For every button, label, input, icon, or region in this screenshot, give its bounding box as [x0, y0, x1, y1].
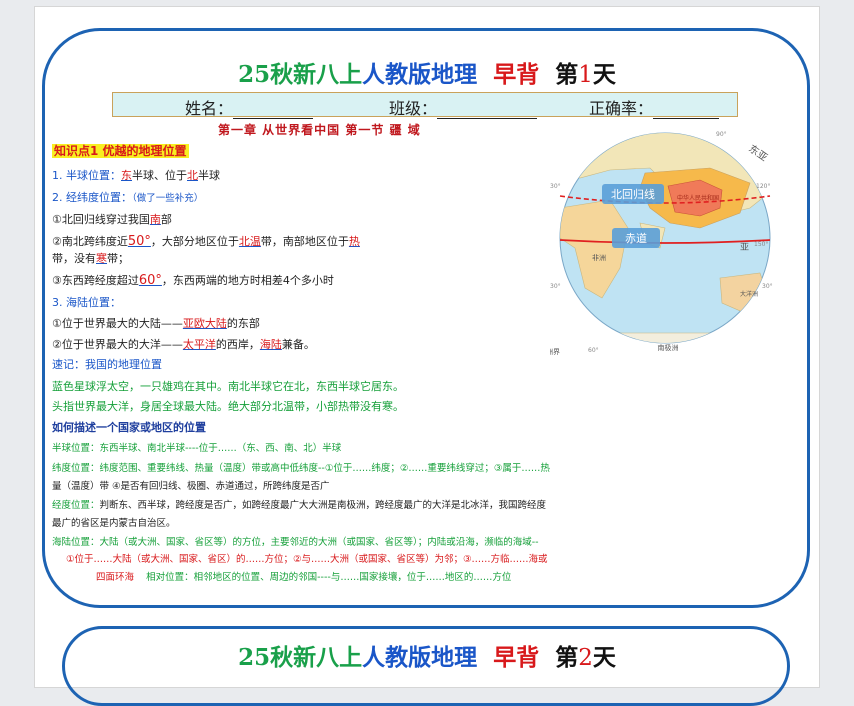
line-mnemonic-1: 蓝色星球浮太空，一只雄鸡在其中。南北半球它在北，东西半球它居东。 [52, 380, 404, 393]
line-hemisphere-method: 半球位置：东西半球、南北半球----位于……（东、西、南、北）半球 [52, 443, 342, 454]
line-longitude-method-1: 经度位置：判断东、西半球，跨经度是否广，如跨经度最广大大洲是南极洲，跨经度最广的… [52, 500, 547, 511]
line-sea-land-method-1: 海陆位置：大陆（或大洲、国家、省区等）的方位，主要邻近的大洲（或国家、省区等）；… [52, 537, 539, 548]
title-part-edition: 人教版 [362, 61, 432, 88]
line-describe-heading: 如何描述一个国家或地区的位置 [52, 421, 206, 434]
chapter-subtitle: 第一章 从世界看中国 第一节 疆 域 [218, 123, 421, 137]
east-asia-label: 东亚 [746, 142, 770, 164]
line-tropic: ①北回归线穿过我国南部 [52, 213, 172, 226]
line-temp-zone: 带，没有寒带； [52, 252, 129, 265]
knowledge-point-title: 知识点1 优越的地理位置 [52, 144, 189, 158]
title-part-tian: 天 [592, 61, 616, 88]
class-field[interactable]: 班级： [389, 95, 538, 119]
title-day-number: 1 [578, 62, 593, 88]
name-blank[interactable] [233, 102, 314, 119]
day2-title: 25秋新八上人教版地理 早背 第2天 [238, 644, 616, 671]
legend-label: 洲界 [550, 348, 560, 356]
line-latitude-method-1: 纬度位置：纬度范围、重要纬线、热量（温度）带或高中低纬度--①位于……纬度；②…… [52, 463, 550, 474]
line-continent: ①位于世界最大的大陆——亚欧大陆的东部 [52, 317, 260, 330]
line-latitude-span: ②南北跨纬度近50°，大部分地区位于北温带，南部地区位于热 [52, 234, 360, 249]
tick-label: 90° [716, 131, 727, 138]
class-label: 班级： [389, 99, 438, 118]
equator-label: 赤道 [625, 231, 647, 245]
line-relative-method: 四面环海 相对位置：相邻地区的位置、周边的邻国----与……国家接壤，位于……地… [96, 572, 512, 583]
line-latlon-heading: 2. 经纬度位置：（做了一些补充） [52, 191, 204, 204]
globe-svg: 北回归线 赤道 中华人民共和国 东亚 非洲 大洋洲 南极洲 亚 洲界 30° 3… [546, 131, 773, 356]
name-bar: 姓名： 班级： 正确率： [112, 92, 738, 119]
tick-label: 30° [550, 183, 561, 190]
china-label: 中华人民共和国 [677, 194, 719, 202]
antarctica-label: 南极洲 [658, 343, 679, 352]
oceania-label: 大洋洲 [740, 290, 758, 298]
line-ocean: ②位于世界最大的大洋——太平洋的西岸，海陆兼备。 [52, 338, 315, 351]
line-longitude-span: ③东西跨经度超过60°，东西两端的地方时相差4个多小时 [52, 273, 334, 288]
accuracy-field[interactable]: 正确率： [589, 95, 720, 119]
line-mnemonic-heading: 速记：我国的地理位置 [52, 358, 162, 371]
name-field[interactable]: 姓名： [185, 95, 314, 119]
line-mnemonic-2: 头指世界最大洋，身居全球最大陆。绝大部分北温带，小部热带没有寒。 [52, 400, 404, 413]
tick-label: 30° [762, 283, 773, 290]
asia-label: 亚 [740, 242, 749, 253]
accuracy-label: 正确率： [589, 99, 654, 118]
title-part-subject: 地理 [431, 61, 478, 88]
tick-label: 60° [588, 347, 599, 354]
line-latitude-method-2: 量（温度）带 ④是否有回归线、极圈、赤道通过，所跨纬度是否广 [52, 481, 330, 492]
class-blank[interactable] [437, 102, 538, 119]
title-part-morning: 早背 [493, 61, 540, 88]
title-part-term: 25秋新八上 [238, 61, 363, 88]
globe-map: 北回归线 赤道 中华人民共和国 东亚 非洲 大洋洲 南极洲 亚 洲界 30° 3… [546, 128, 778, 363]
tick-label: 120° [756, 183, 770, 190]
tick-label: 30° [550, 283, 561, 290]
line-hemisphere: 1. 半球位置：东半球、位于北半球 [52, 169, 220, 182]
line-sea-land-heading: 3. 海陆位置： [52, 296, 121, 309]
line-longitude-method-2: 最广的省区是内蒙古自治区。 [52, 518, 176, 529]
tick-label: 150° [754, 241, 768, 248]
accuracy-blank[interactable] [653, 102, 720, 119]
line-sea-land-method-2: ①位于……大陆（或大洲、国家、省区）的……方位；②与……大洲（或国家、省区等）为… [66, 554, 548, 565]
day1-title: 25秋新八上人教版地理 早背 第1天 [0, 55, 854, 89]
title-part-di: 第 [555, 61, 579, 88]
name-label: 姓名： [185, 99, 234, 118]
tropic-label: 北回归线 [611, 187, 655, 201]
africa-label: 非洲 [592, 253, 606, 262]
